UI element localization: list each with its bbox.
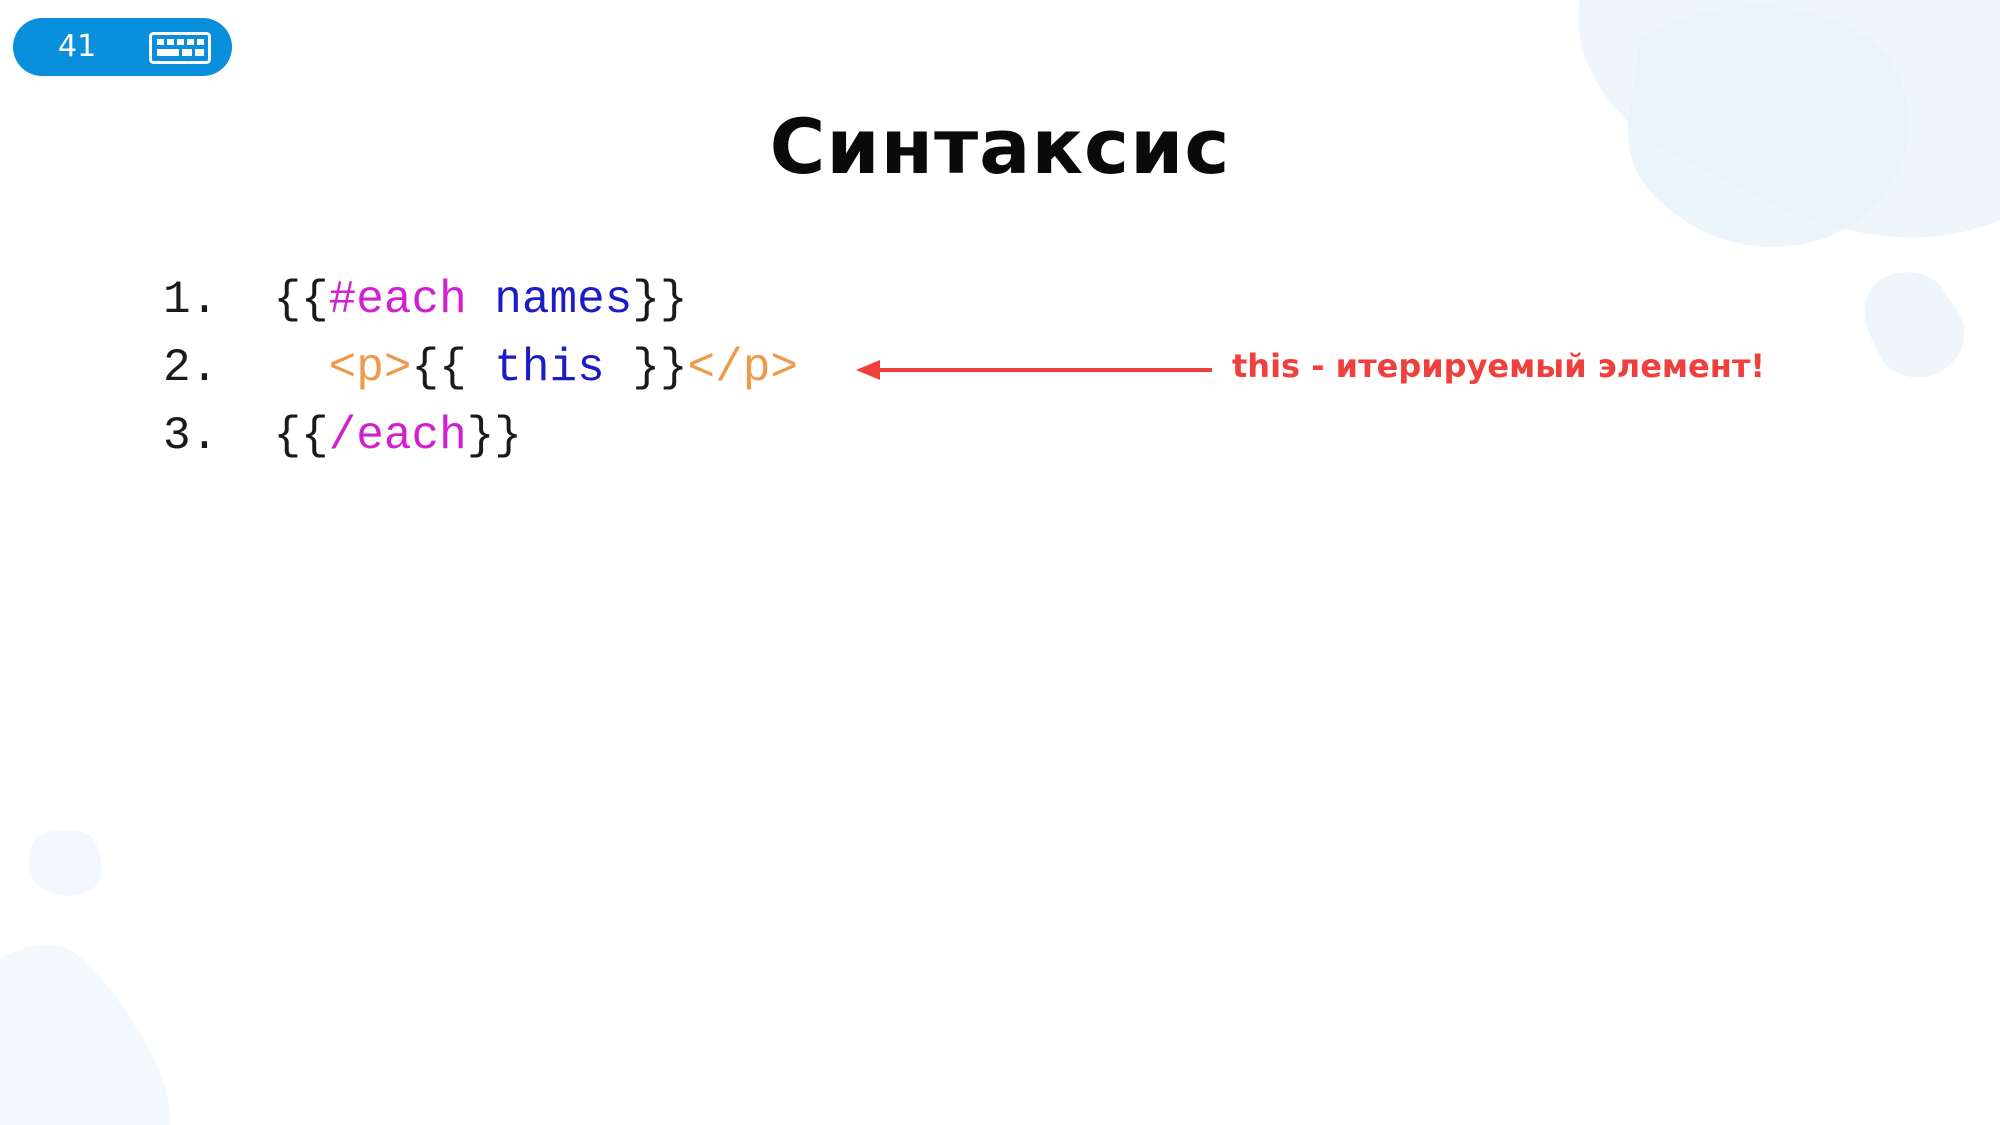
each-keyword: #each [328, 274, 467, 326]
line-number: 2. [163, 342, 219, 394]
slide: 41 Синтаксис 1. {{#each names}} 2. <p>{{… [0, 0, 2000, 1125]
this-identifier: this [494, 342, 605, 394]
line-number: 3. [163, 410, 219, 462]
annotation-text: this - итерируемый элемент! [1232, 347, 1765, 385]
code-line-2: 2. <p>{{ this }}</p> [163, 334, 798, 402]
keyboard-icon [149, 32, 211, 64]
names-identifier: names [494, 274, 633, 326]
code-line-3: 3. {{/each}} [163, 402, 798, 470]
close-braces: }} [632, 274, 688, 326]
slide-title: Синтаксис [769, 102, 1231, 191]
close-braces: }} [466, 410, 522, 462]
p-close-tag: </p> [687, 342, 798, 394]
slide-number-badge: 41 [13, 18, 232, 76]
code-block: 1. {{#each names}} 2. <p>{{ this }}</p> … [163, 266, 798, 470]
end-each-keyword: /each [328, 410, 467, 462]
close-braces: }} [604, 342, 688, 394]
arrow-left-icon [856, 360, 1212, 380]
p-open-tag: <p> [328, 342, 412, 394]
slide-number: 41 [58, 29, 97, 64]
open-braces: {{ [273, 274, 329, 326]
line-number: 1. [163, 274, 219, 326]
open-braces: {{ [411, 342, 495, 394]
open-braces: {{ [273, 410, 329, 462]
code-line-1: 1. {{#each names}} [163, 266, 798, 334]
